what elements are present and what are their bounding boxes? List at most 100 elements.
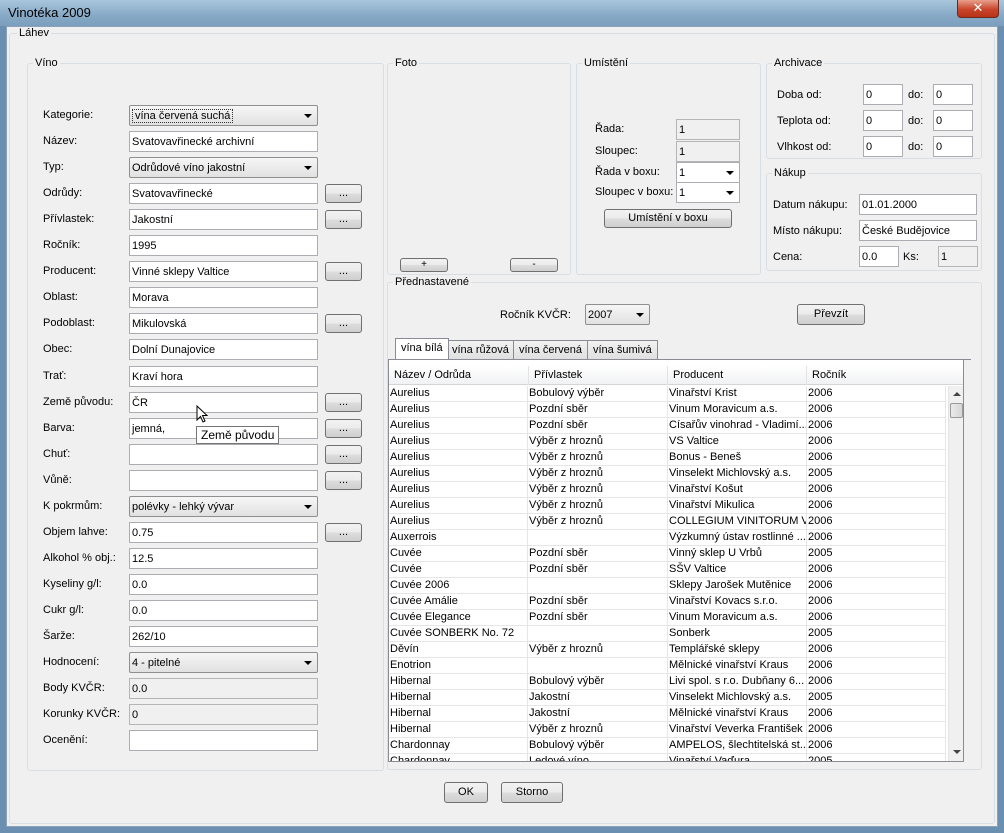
table-cell: Mělnické vinařství Kraus xyxy=(668,706,807,722)
col-privlastek[interactable]: Přívlastek xyxy=(529,366,668,385)
table-cell: Bobulový výběr xyxy=(528,674,668,690)
vino-field[interactable]: 12.5 xyxy=(129,548,318,569)
table-row[interactable]: Děvín Výběr z hroznů Templářské sklepy 2006 xyxy=(389,642,946,658)
archivace-to-field[interactable]: 0 xyxy=(933,136,973,157)
browse-button[interactable]: ... xyxy=(325,314,362,333)
table-row[interactable]: Cuvée SONBERK No. 72 Sonberk 2005 xyxy=(389,626,946,642)
vino-field[interactable]: 0.0 xyxy=(129,600,318,621)
table-row[interactable]: Chardonnay Bobulový výběr AMPELOS, šlechti… xyxy=(389,738,946,754)
table-row[interactable]: Cuvée 2006 Sklepy Jarošek Mutěnice 2006 xyxy=(389,578,946,594)
vino-field[interactable]: Svatovavřinecké archivní xyxy=(129,131,318,152)
vino-field[interactable]: 0.0 xyxy=(129,678,318,699)
table-cell: Cuvée Amálie xyxy=(389,594,528,610)
tab-vina-sumiva[interactable]: vína šumivá xyxy=(587,340,658,359)
rada-box-select[interactable]: 1 xyxy=(676,162,740,183)
sloupec-box-select[interactable]: 1 xyxy=(676,182,740,203)
table-row[interactable]: Aurelius Výběr z hroznů Vinařství Mikulica… xyxy=(389,498,946,514)
archivace-from-field[interactable]: 0 xyxy=(863,84,903,105)
vino-select[interactable]: 4 - pitelné xyxy=(129,652,318,673)
tab-vina-cervena[interactable]: vína červená xyxy=(513,340,588,359)
tab-vina-bila[interactable]: vína bílá xyxy=(395,338,449,359)
browse-button[interactable]: ... xyxy=(325,419,362,438)
rocnik-kvcr-select[interactable]: 2007 xyxy=(585,304,650,325)
sloupec-field[interactable]: 1 xyxy=(676,141,740,162)
browse-button[interactable]: ... xyxy=(325,210,362,229)
browse-button[interactable]: ... xyxy=(325,262,362,281)
table-row[interactable]: Cuvée Pozdní sběr SŠV Valtice 2006 xyxy=(389,562,946,578)
vino-label: Kyseliny g/l: xyxy=(43,578,102,590)
vino-field[interactable]: 0 xyxy=(129,704,318,725)
col-nazev[interactable]: Název / Odrůda xyxy=(389,366,529,385)
table-row[interactable]: Aurelius Výběr z hroznů Bonus - Beneš 2006 xyxy=(389,450,946,466)
vino-field[interactable]: 262/10 xyxy=(129,626,318,647)
vino-field[interactable] xyxy=(129,730,318,751)
vino-field[interactable]: Dolní Dunajovice xyxy=(129,339,318,360)
browse-button[interactable]: ... xyxy=(325,393,362,412)
misto-nakupu-field[interactable]: České Budějovice xyxy=(859,220,977,241)
table-row[interactable]: Cuvée Amálie Pozdní sběr Vinařství Kovacs … xyxy=(389,594,946,610)
vino-select[interactable]: Odrůdové víno jakostní xyxy=(129,157,318,178)
vino-field[interactable] xyxy=(129,444,318,465)
scroll-down-icon[interactable] xyxy=(953,750,961,754)
vino-field[interactable]: ČR xyxy=(129,392,318,413)
table-row[interactable]: Aurelius Pozdní sběr Vinum Moravicum a.s. 2… xyxy=(389,402,946,418)
table-row[interactable]: Aurelius Výběr z hroznů Vinařství Košut 200… xyxy=(389,482,946,498)
vino-field[interactable]: Vinné sklepy Valtice xyxy=(129,261,318,282)
col-rocnik[interactable]: Ročník xyxy=(807,366,963,385)
cena-field[interactable]: 0.0 xyxy=(859,246,899,267)
table-row[interactable]: Hibernal Jakostní Vinselekt Michlovský a.s… xyxy=(389,690,946,706)
archivace-to-field[interactable]: 0 xyxy=(933,84,973,105)
archivace-from-field[interactable]: 0 xyxy=(863,136,903,157)
vino-field[interactable]: Morava xyxy=(129,287,318,308)
browse-button[interactable]: ... xyxy=(325,471,362,490)
col-producent[interactable]: Producent xyxy=(668,366,807,385)
table-row[interactable]: Aurelius Výběr z hroznů VS Valtice 2006 xyxy=(389,434,946,450)
rada-field[interactable]: 1 xyxy=(676,119,740,140)
ok-button[interactable]: OK xyxy=(444,782,488,803)
archivace-to-field[interactable]: 0 xyxy=(933,110,973,131)
table-row[interactable]: Hibernal Výběr z hroznů Vinařství Veverka … xyxy=(389,722,946,738)
scroll-up-icon[interactable] xyxy=(953,392,961,396)
storno-button[interactable]: Storno xyxy=(501,782,563,803)
vino-field[interactable] xyxy=(129,470,318,491)
chevron-down-icon xyxy=(726,191,734,195)
table-row[interactable]: Chardonnay Ledové víno Vinařství Vaďura 200… xyxy=(389,754,946,761)
vino-field[interactable]: Mikulovská xyxy=(129,313,318,334)
sloupec-box-label: Sloupec v boxu: xyxy=(595,186,674,198)
vino-select[interactable]: vína červená suchá xyxy=(129,105,318,126)
remove-photo-button[interactable]: - xyxy=(510,258,558,272)
vino-field[interactable]: 0.0 xyxy=(129,574,318,595)
ks-field[interactable]: 1 xyxy=(938,246,978,267)
table-row[interactable]: Aurelius Výběr z hroznů Vinselekt Michlovs… xyxy=(389,466,946,482)
browse-button[interactable]: ... xyxy=(325,184,362,203)
table-scrollbar[interactable] xyxy=(948,386,963,761)
browse-button[interactable]: ... xyxy=(325,445,362,464)
table-row[interactable]: Hibernal Bobulový výběr Livi spol. s r.o. … xyxy=(389,674,946,690)
table-row[interactable]: Cuvée Pozdní sběr Vinný sklep U Vrbů 2005 xyxy=(389,546,946,562)
title-bar[interactable]: Vinotéka 2009 xyxy=(0,0,1004,26)
table-row[interactable]: Hibernal Jakostní Mělnické vinařství Kraus… xyxy=(389,706,946,722)
vino-legend: Víno xyxy=(33,57,60,70)
datum-nakupu-field[interactable]: 01.01.2000 xyxy=(859,194,977,215)
archivace-from-field[interactable]: 0 xyxy=(863,110,903,131)
scroll-thumb[interactable] xyxy=(950,403,963,418)
table-row[interactable]: Aurelius Výběr z hroznů COLLEGIUM VINITORU… xyxy=(389,514,946,530)
vino-field[interactable]: Svatovavřinecké xyxy=(129,183,318,204)
vino-field[interactable]: Jakostní xyxy=(129,209,318,230)
table-row[interactable]: Enotrion Mělnické vinařství Kraus 2006 xyxy=(389,658,946,674)
browse-button[interactable]: ... xyxy=(325,523,362,542)
vino-select[interactable]: polévky - lehký vývar xyxy=(129,496,318,517)
prevzit-button[interactable]: Převzít xyxy=(797,304,865,325)
vino-field[interactable]: 0.75 xyxy=(129,522,318,543)
table-row[interactable]: Cuvée Elegance Pozdní sběr Vinum Moravicum… xyxy=(389,610,946,626)
close-button[interactable]: ✕ xyxy=(957,0,999,18)
table-row[interactable]: Aurelius Pozdní sběr Císařův vinohrad - Vl… xyxy=(389,418,946,434)
table-row[interactable]: Auxerrois Výzkumný ústav rostlinné ... 200… xyxy=(389,530,946,546)
vino-field[interactable]: Kraví hora xyxy=(129,366,318,387)
add-photo-button[interactable]: + xyxy=(400,258,448,272)
mouse-cursor-icon xyxy=(196,405,208,423)
tab-vina-ruzova[interactable]: vína růžová xyxy=(446,340,515,359)
umisteni-v-boxu-button[interactable]: Umístění v boxu xyxy=(604,209,732,228)
vino-field[interactable]: 1995 xyxy=(129,235,318,256)
table-row[interactable]: Aurelius Bobulový výběr Vinařství Krist 200… xyxy=(389,386,946,402)
